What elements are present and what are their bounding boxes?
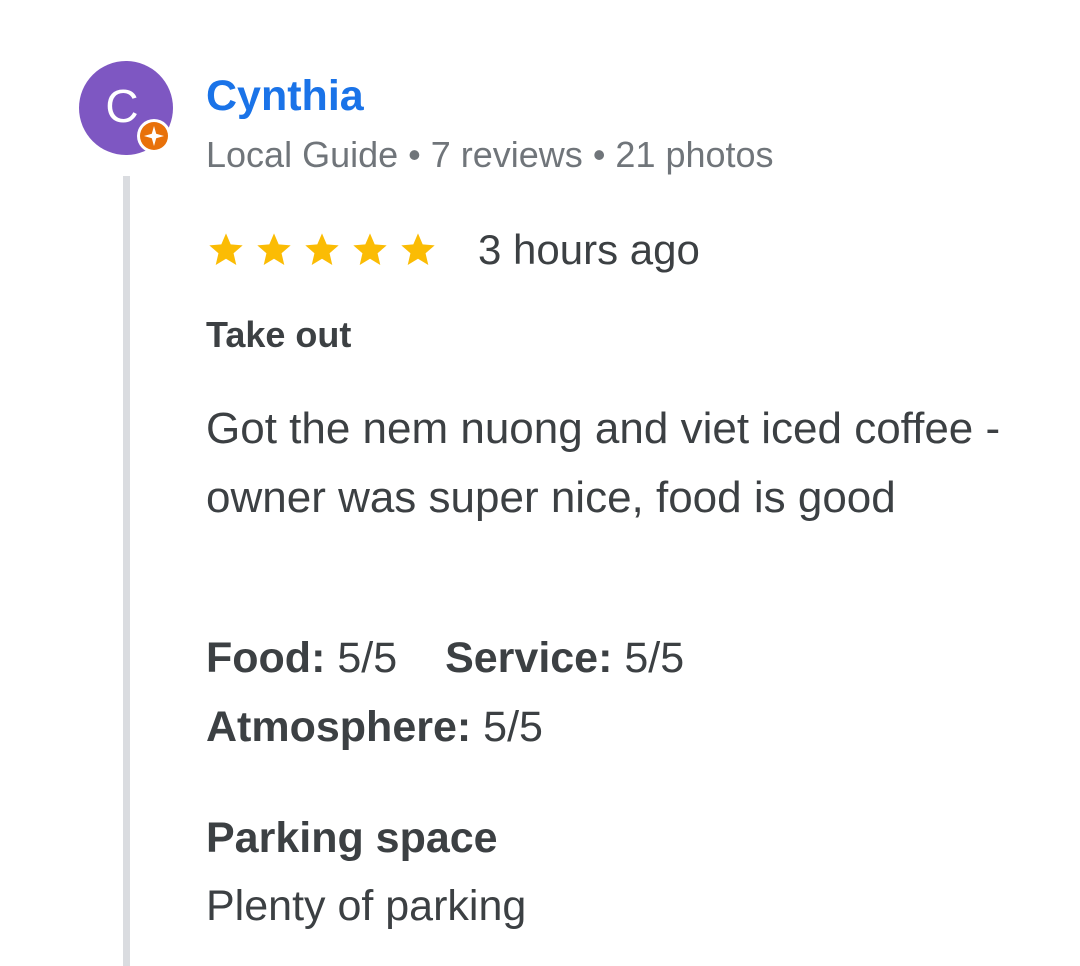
review-text: Got the nem nuong and viet iced coffee -…	[206, 404, 1001, 522]
author-name[interactable]: Cynthia	[206, 70, 364, 122]
author-photo-count: 21 photos	[615, 134, 774, 175]
review-card: C Cynthia Local Guide • 7 reviews • 21 photo…	[0, 0, 1080, 966]
avatar-initial: C	[105, 80, 139, 132]
author-review-count: 7 reviews	[430, 134, 583, 175]
parking-value: Plenty of parking	[206, 882, 527, 930]
rating-row: 3 hours ago	[206, 224, 700, 276]
author-meta[interactable]: Local Guide • 7 reviews • 21 photos	[206, 132, 774, 178]
star-rating	[206, 230, 446, 270]
rating-food-value: 5/5	[337, 634, 398, 682]
star-icon	[401, 233, 435, 265]
rating-atmosphere-label: Atmosphere:	[206, 703, 472, 751]
star-icon	[305, 233, 339, 265]
ratings-breakdown: Food: 5/5 Service: 5/5 Atmosphere: 5/5	[206, 624, 726, 762]
author-level: Local Guide	[206, 134, 399, 175]
service-type: Take out	[206, 314, 352, 355]
rating-service: Service: 5/5	[445, 634, 684, 682]
star-icon	[353, 233, 387, 265]
rating-food-label: Food:	[206, 634, 326, 682]
star-icon	[257, 233, 291, 265]
rating-atmosphere-value: 5/5	[483, 703, 543, 751]
rating-service-value: 5/5	[624, 634, 685, 682]
rating-atmosphere: Atmosphere: 5/5	[206, 703, 543, 751]
thread-line	[123, 176, 130, 966]
separator-dot: •	[408, 134, 421, 175]
separator-dot: •	[592, 134, 606, 175]
local-guide-badge-icon	[137, 119, 171, 153]
parking-title: Parking space	[206, 814, 498, 862]
review-time: 3 hours ago	[478, 226, 700, 273]
rating-service-label: Service:	[445, 634, 613, 682]
star-icon	[209, 233, 243, 265]
rating-food: Food: 5/5	[206, 634, 397, 682]
